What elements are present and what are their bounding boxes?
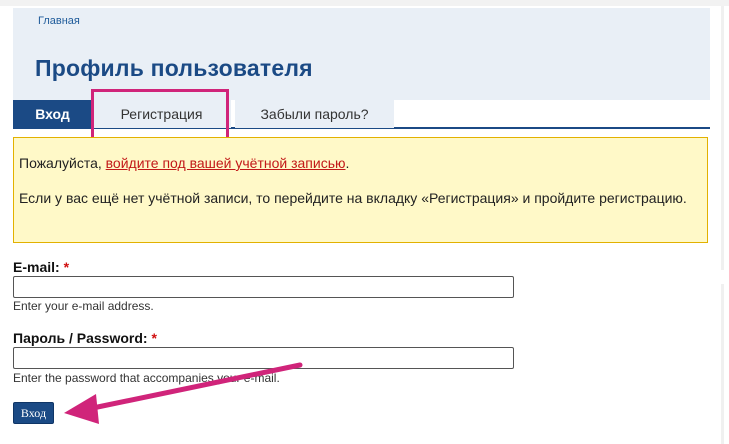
login-notice: Пожалуйста, войдите под вашей учётной за… xyxy=(13,137,708,243)
page-title: Профиль пользователя xyxy=(35,55,313,81)
right-divider-lower xyxy=(721,284,724,444)
breadcrumb-home[interactable]: Главная xyxy=(38,15,80,27)
email-description: Enter your e-mail address. xyxy=(13,299,154,313)
register-highlight-box xyxy=(91,89,229,141)
notice-line-2: Если у вас ещё нет учётной записи, то пе… xyxy=(19,190,687,206)
notice-line-1: Пожалуйста, войдите под вашей учётной за… xyxy=(19,154,702,172)
notice-suffix: . xyxy=(345,155,350,171)
password-required-mark: * xyxy=(151,330,157,346)
email-required-mark: * xyxy=(63,259,70,275)
tab-login[interactable]: Вход xyxy=(13,100,92,128)
notice-prefix: Пожалуйста, xyxy=(19,155,106,171)
arrow-head xyxy=(64,394,99,424)
password-field[interactable] xyxy=(13,347,514,369)
email-label-text: E-mail: xyxy=(13,259,60,275)
right-divider xyxy=(721,6,724,270)
page-header: Главная Профиль пользователя xyxy=(13,8,710,100)
password-description: Enter the password that accompanies your… xyxy=(13,371,280,385)
password-label-text: Пароль / Password: xyxy=(13,330,148,346)
top-strip xyxy=(0,0,729,6)
login-link[interactable]: войдите под вашей учётной записью xyxy=(106,155,346,171)
password-label: Пароль / Password: * xyxy=(13,330,157,346)
tab-forgot-password[interactable]: Забыли пароль? xyxy=(235,100,394,128)
email-field[interactable] xyxy=(13,276,514,298)
submit-button[interactable]: Вход xyxy=(13,402,54,424)
email-label: E-mail: * xyxy=(13,259,69,275)
